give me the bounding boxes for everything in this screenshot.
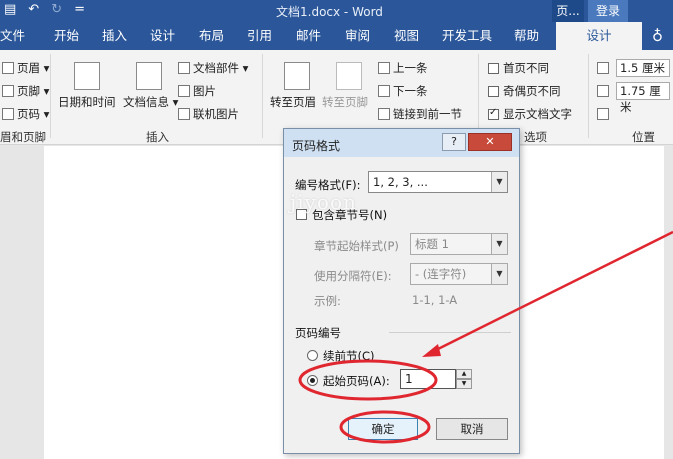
picture-icon <box>178 85 190 97</box>
page-number-format-dialog: 页码格式 ? ✕ 编号格式(F): 1, 2, 3, ... ▼ 包含章节号(N… <box>283 128 520 454</box>
page-number-icon <box>2 108 14 120</box>
footer-icon <box>2 85 14 97</box>
tab-references[interactable]: 引用 <box>247 22 272 50</box>
chevron-up-icon[interactable]: ▲ <box>456 369 472 379</box>
group-separator <box>262 54 263 138</box>
tab-mailings[interactable]: 邮件 <box>296 22 321 50</box>
group-separator <box>478 54 479 138</box>
odd-even-different-checkbox[interactable]: 奇偶页不同 <box>488 83 561 99</box>
group-label-header-footer: 眉和页脚 <box>0 130 46 144</box>
save-icon[interactable]: ▤ <box>4 2 16 17</box>
docparts-icon <box>178 62 190 74</box>
arrow-down-icon <box>378 85 390 97</box>
docparts-button[interactable]: 文档部件 ▾ <box>178 60 248 76</box>
chapter-style-label: 章节起始样式(P) <box>314 239 399 253</box>
example-value: 1-1, 1-A <box>412 293 458 307</box>
header-button[interactable]: 页眉 ▾ <box>2 60 49 76</box>
ribbon-tabs: 文件 开始 插入 设计 布局 引用 邮件 审阅 视图 开发工具 帮助 设计 ♁ <box>0 22 673 50</box>
header-icon <box>2 62 14 74</box>
page-number-button[interactable]: 页码 ▾ <box>2 106 49 122</box>
checkbox-checked-icon <box>488 107 499 120</box>
start-at-stepper[interactable]: ▲ ▼ <box>456 369 472 389</box>
watermark: jiyoon <box>290 190 357 214</box>
page-numbering-group-label: 页码编号 <box>295 326 341 340</box>
chevron-down-icon[interactable]: ▼ <box>456 379 472 389</box>
undo-icon[interactable]: ↶ <box>28 2 39 17</box>
example-label: 示例: <box>314 294 341 308</box>
picture-button[interactable]: 图片 <box>178 83 216 99</box>
group-label-options: 选项 <box>524 130 547 144</box>
lightbulb-icon[interactable]: ♁ <box>652 22 663 50</box>
goto-header-button[interactable]: 转至页眉 <box>270 94 316 110</box>
show-document-text-checkbox[interactable]: 显示文档文字 <box>488 106 572 122</box>
tab-home[interactable]: 开始 <box>54 22 79 50</box>
tab-file[interactable]: 文件 <box>0 22 25 50</box>
tab-view[interactable]: 视图 <box>394 22 419 50</box>
group-divider <box>389 332 511 333</box>
start-at-label: 起始页码(A): <box>323 374 390 388</box>
dialog-title: 页码格式 <box>292 139 341 153</box>
link-icon <box>378 108 390 120</box>
start-at-input[interactable]: 1 <box>400 369 456 389</box>
chevron-down-icon: ▼ <box>491 172 507 192</box>
help-button[interactable]: ? <box>442 133 466 151</box>
calendar-icon <box>74 62 100 90</box>
previous-button[interactable]: 上一条 <box>378 60 428 76</box>
tab-insert[interactable]: 插入 <box>102 22 127 50</box>
document-info-icon <box>136 62 162 90</box>
ok-button[interactable]: 确定 <box>348 418 418 440</box>
first-page-different-checkbox[interactable]: 首页不同 <box>488 60 549 76</box>
login-button[interactable]: 登录 <box>588 0 628 22</box>
title-bar: ▤ ↶ ↻ = 文档1.docx - Word 页... 登录 <box>0 0 673 22</box>
tab-developer[interactable]: 开发工具 <box>442 22 492 50</box>
online-picture-button[interactable]: 联机图片 <box>178 106 239 122</box>
chevron-down-icon: ▼ <box>491 234 507 254</box>
number-format-select[interactable]: 1, 2, 3, ... ▼ <box>368 171 508 193</box>
datetime-button[interactable]: 日期和时间 <box>58 94 116 110</box>
arrow-up-icon <box>378 62 390 74</box>
next-button[interactable]: 下一条 <box>378 83 428 99</box>
tab-hf-design[interactable]: 设计 <box>556 22 642 50</box>
online-picture-icon <box>178 108 190 120</box>
tab-design[interactable]: 设计 <box>150 22 175 50</box>
quick-access-toolbar: ▤ ↶ ↻ = <box>4 2 85 17</box>
tab-layout[interactable]: 布局 <box>199 22 224 50</box>
tab-help[interactable]: 帮助 <box>514 22 539 50</box>
link-to-previous-button[interactable]: 链接到前一节 <box>378 106 462 122</box>
group-label-insert: 插入 <box>146 130 169 144</box>
qat-dropdown[interactable]: = <box>74 2 85 17</box>
cancel-button[interactable]: 取消 <box>436 418 508 440</box>
start-at-radio[interactable] <box>307 375 318 386</box>
footer-button[interactable]: 页脚 ▾ <box>2 83 49 99</box>
close-button[interactable]: ✕ <box>468 133 512 151</box>
header-position-icon <box>597 62 609 74</box>
continue-label: 续前节(C) <box>323 349 375 363</box>
separator-select: - (连字符) ▼ <box>410 263 508 285</box>
chapter-style-select: 标题 1 ▼ <box>410 233 508 255</box>
group-separator <box>50 54 51 138</box>
insert-alignment-tab-icon[interactable] <box>597 108 609 120</box>
redo-icon[interactable]: ↻ <box>51 2 62 17</box>
header-position-input[interactable]: 1.5 厘米 <box>616 59 670 77</box>
goto-footer-icon <box>336 62 362 90</box>
tab-review[interactable]: 审阅 <box>345 22 370 50</box>
goto-header-icon <box>284 62 310 90</box>
chevron-down-icon: ▼ <box>491 264 507 284</box>
header-footer-tools-label: 页... <box>552 0 584 22</box>
separator-label: 使用分隔符(E): <box>314 269 392 283</box>
checkbox-icon <box>488 86 499 97</box>
group-separator <box>588 54 589 138</box>
footer-position-icon <box>597 85 609 97</box>
checkbox-icon <box>488 63 499 74</box>
continue-radio[interactable] <box>307 350 318 361</box>
footer-position-input[interactable]: 1.75 厘米 <box>616 82 670 114</box>
document-title: 文档1.docx - Word <box>276 5 383 19</box>
group-label-position: 位置 <box>632 130 655 144</box>
dialog-title-bar: 页码格式 ? ✕ <box>284 129 519 157</box>
goto-footer-button: 转至页脚 <box>322 95 368 109</box>
docinfo-button[interactable]: 文档信息 ▾ <box>123 94 178 110</box>
